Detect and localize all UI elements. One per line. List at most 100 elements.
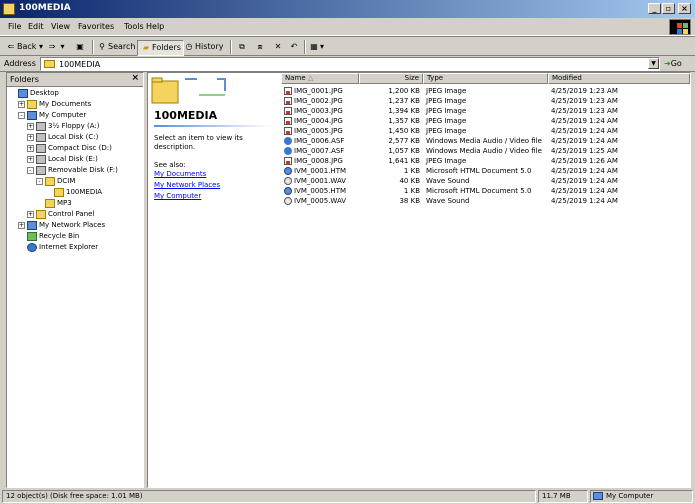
jpeg-file-icon [284,157,292,165]
link-my-computer[interactable]: My Computer [154,192,201,200]
file-row[interactable]: IMG_0001.JPG 1,200 KB JPEG Image 4/25/2019 … [281,86,690,96]
up-folder-button[interactable]: ▣ [74,40,86,54]
go-button[interactable]: ➜Go [664,59,682,68]
tree-item[interactable]: + Local Disk (C:) [27,132,98,143]
file-type: Windows Media Audio / Video file [426,147,542,155]
column-header-size[interactable]: Size [359,73,423,84]
file-row[interactable]: IMG_0006.ASF 2,577 KB Windows Media Audio … [281,136,690,146]
close-button[interactable]: × [678,3,691,14]
close-icon[interactable]: × [131,73,139,83]
column-header-modified[interactable]: Modified [548,73,690,84]
search-button[interactable]: ⚲ Search [96,40,135,54]
tree-item[interactable]: - DCIM [36,176,75,187]
file-name: IVM_0005.WAV [284,196,359,206]
tree-item[interactable]: - My Computer [18,110,86,121]
maximize-button[interactable]: ▫ [662,3,675,14]
move-to-button[interactable]: ⧉ [236,40,248,54]
link-my-documents[interactable]: My Documents [154,170,206,178]
file-name-text: IVM_0001.HTM [294,167,347,175]
views-button[interactable]: ▦ ▾ [308,40,324,54]
address-value: 100MEDIA [59,60,101,69]
tree-item-label: Removable Disk (F:) [48,166,118,174]
menu-edit[interactable]: Edit [28,22,44,31]
expand-icon[interactable]: + [18,100,25,108]
file-row[interactable]: IMG_0005.JPG 1,450 KB JPEG Image 4/25/2019 … [281,126,690,136]
network-icon [27,220,37,230]
collapse-icon[interactable]: - [27,166,34,174]
file-row[interactable]: IVM_0005.HTM 1 KB Microsoft HTML Document … [281,186,690,196]
history-icon: ◷ [185,42,193,51]
windows-logo-icon [669,19,691,35]
expand-icon[interactable]: + [27,133,34,141]
expand-icon[interactable]: + [27,144,34,152]
menu-tools[interactable]: Tools [124,22,144,31]
folder-icon [3,3,15,15]
tree-item[interactable]: Recycle Bin [18,231,79,242]
file-modified: 4/25/2019 1:23 AM [551,97,618,105]
column-header-type[interactable]: Type [423,73,548,84]
menu-view[interactable]: View [51,22,70,31]
file-size: 1,200 KB [388,87,420,95]
file-row[interactable]: IMG_0004.JPG 1,357 KB JPEG Image 4/25/2019 … [281,116,690,126]
tree-item[interactable]: MP3 [36,198,72,209]
forward-button[interactable]: ⇒ ▾ [46,40,65,54]
file-row[interactable]: IMG_0003.JPG 1,394 KB JPEG Image 4/25/2019 … [281,106,690,116]
link-my-network-places[interactable]: My Network Places [154,181,220,189]
tree-item[interactable]: Desktop [9,88,59,99]
tree-item[interactable]: - Removable Disk (F:) [27,165,118,176]
tree-item-label: DCIM [57,177,76,185]
undo-button[interactable]: ↶ [288,40,300,54]
folders-pane[interactable]: Folders × Desktop + My Documents - My Comput… [6,72,144,488]
tree-item-label: Internet Explorer [39,243,99,251]
tree-item[interactable]: + My Documents [18,99,91,110]
file-row[interactable]: IVM_0005.WAV 38 KB Wave Sound 4/25/2019 1:2… [281,196,690,206]
menu-file[interactable]: File [8,22,21,31]
tree-item[interactable]: + Control Panel [27,209,94,220]
jpeg-file-icon [284,87,292,95]
tree-item[interactable]: + My Network Places [18,220,105,231]
collapse-icon[interactable]: - [18,111,25,119]
tree-item[interactable]: Internet Explorer [18,242,98,253]
file-row[interactable]: IVM_0001.HTM 1 KB Microsoft HTML Document … [281,166,690,176]
collapse-icon[interactable]: - [36,177,43,185]
history-button[interactable]: ◷ History [183,40,224,54]
file-size: 1,057 KB [388,147,420,155]
tree-item-label: Compact Disc (D:) [48,144,112,152]
column-header-name[interactable]: Name △ [281,73,359,84]
file-row[interactable]: IMG_0002.JPG 1,237 KB JPEG Image 4/25/2019 … [281,96,690,106]
tree-item[interactable]: 100MEDIA [45,187,102,198]
expand-icon[interactable]: + [27,122,34,130]
expand-icon[interactable]: + [18,221,25,229]
delete-button[interactable]: ✕ [272,40,284,54]
tree-item[interactable]: + Local Disk (E:) [27,154,98,165]
webview-panel: 100MEDIA Select an item to view its desc… [148,73,279,487]
tree-item[interactable]: + Compact Disc (D:) [27,143,112,154]
folders-button[interactable]: ▰ Folders [137,40,184,56]
tree-item[interactable]: +3½ Floppy (A:) [27,121,99,132]
file-modified: 4/25/2019 1:25 AM [551,147,618,155]
toolbar: ⇐ Back ▾ ⇒ ▾ ▣ ⚲ Search ▰ Folders ◷ History … [0,36,695,56]
menu-help[interactable]: Help [146,22,164,31]
tree-item-label: 3½ Floppy (A:) [48,122,100,130]
back-button[interactable]: ⇐ Back ▾ [5,40,43,54]
cd-icon [36,143,46,153]
file-size: 1,641 KB [388,157,420,165]
address-bar: Address 100MEDIA ▼ ➜Go [0,56,695,72]
file-size: 1,237 KB [388,97,420,105]
address-input[interactable]: 100MEDIA [40,57,660,71]
address-dropdown-button[interactable]: ▼ [648,58,659,69]
minimize-button[interactable]: _ [648,3,661,14]
tree-item-label: MP3 [57,199,72,207]
file-row[interactable]: IVM_0001.WAV 40 KB Wave Sound 4/25/2019 1:2… [281,176,690,186]
file-name-text: IVM_0005.WAV [294,197,347,205]
copy-to-button[interactable]: ⧈ [254,40,266,54]
tree-item-label: Local Disk (C:) [48,133,99,141]
file-name-text: IMG_0006.ASF [294,137,345,145]
file-row[interactable]: IMG_0007.ASF 1,057 KB Windows Media Audio … [281,146,690,156]
title-bar[interactable]: 100MEDIA _ ▫ × [0,0,695,18]
toolbar-separator [92,40,94,54]
expand-icon[interactable]: + [27,155,34,163]
expand-icon[interactable]: + [27,210,34,218]
menu-favorites[interactable]: Favorites [78,22,114,31]
file-row[interactable]: IMG_0008.JPG 1,641 KB JPEG Image 4/25/2019 … [281,156,690,166]
